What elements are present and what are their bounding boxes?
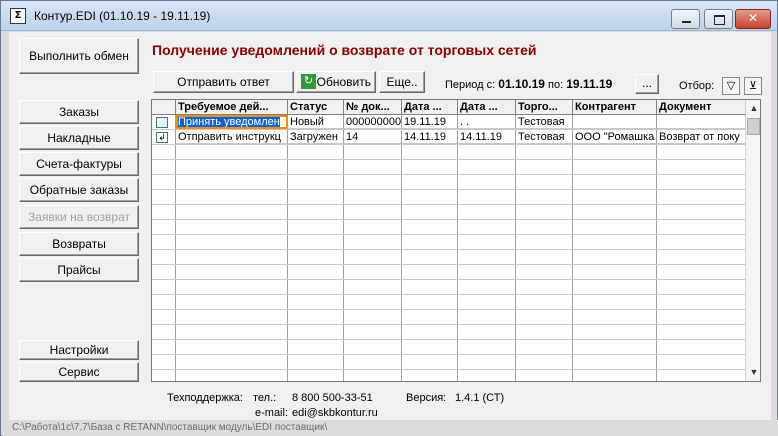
documents-table[interactable]: Требуемое дей... Статус № док... Дата ..… [151,99,761,382]
table-header-counterparty[interactable]: Контрагент [573,100,657,115]
document-icon [156,117,168,128]
send-reply-button[interactable]: Отправить ответ [153,71,294,93]
support-label: Техподдержка: [167,392,243,404]
version-label: Версия: [406,392,447,404]
table-cell[interactable]: 14 [344,130,402,144]
table-cell[interactable]: 000000000 [344,115,402,129]
period-to-value[interactable]: 19.11.19 [566,77,612,91]
app-icon: Σ [10,8,26,24]
table-header-doc-number[interactable]: № док... [344,100,402,115]
window-title: Контур.EDI (01.10.19 - 19.11.19) [34,9,211,23]
sidebar-item-tax-invoices[interactable]: Счета-фактуры [19,152,139,176]
refresh-icon: ↻ [301,74,316,89]
sidebar-item-orders[interactable]: Заказы [19,100,139,124]
scroll-up-icon[interactable]: ▲ [746,100,760,116]
refresh-button[interactable]: ↻ Обновить [296,71,376,93]
sidebar-item-invoices[interactable]: Накладные [19,126,139,150]
table-header-action[interactable]: Требуемое дей... [176,100,288,115]
period-picker-button[interactable]: ... [635,74,659,94]
table-header-status[interactable]: Статус [288,100,344,115]
filter-icon[interactable]: ▽ [722,77,740,95]
cell-text: Принять уведомлен [178,116,280,128]
settings-button[interactable]: Настройки [19,340,139,360]
service-button[interactable]: Сервис [19,362,139,382]
more-button[interactable]: Еще.. [379,71,425,93]
table-cell[interactable]: Загружен [288,130,344,144]
vertical-scrollbar[interactable]: ▲ ▼ [745,100,760,381]
clear-filter-icon[interactable]: ⊻ [744,77,762,95]
phone-value: 8 800 500-33-51 [292,392,373,404]
table-cell[interactable]: Тестовая [516,115,573,129]
period-from: Период с: 01.10.19 по: 19.11.19 [445,77,612,91]
minimize-button[interactable] [671,9,700,29]
title-bar[interactable]: Σ Контур.EDI (01.10.19 - 19.11.19) [1,1,777,31]
client-area: Выполнить обмен Заказы Накладные Счета-ф… [9,32,771,430]
table-header-date1[interactable]: Дата ... [402,100,458,115]
table-cell[interactable] [657,115,746,129]
table-cell[interactable]: 14.11.19 [402,130,458,144]
close-button[interactable] [735,9,771,29]
period-to-label: по: [548,79,564,91]
status-bar: C:\Работа\1с\7.7\База с RETANN\поставщик… [2,420,778,436]
period-from-label: Период с: [445,79,496,91]
table-cell[interactable]: . . [458,115,516,129]
sidebar-item-return-requests: Заявки на возврат [19,205,139,229]
maximize-button[interactable] [704,9,733,29]
table-cell[interactable]: Тестовая [516,130,573,144]
scroll-thumb[interactable] [747,118,760,135]
version-value: 1.4.1 (СТ) [455,392,505,404]
email-value[interactable]: edi@skbkontur.ru [292,407,378,419]
period-from-value[interactable]: 01.10.19 [498,77,545,91]
sidebar-item-price-lists[interactable]: Прайсы [19,258,139,282]
table-cell[interactable]: Возврат от поку [657,130,746,144]
table-header-icon [152,100,176,115]
table-header-document[interactable]: Документ [657,100,746,115]
app-window: Σ Контур.EDI (01.10.19 - 19.11.19) Выпол… [0,0,778,436]
table-cell[interactable]: Принять уведомлен [176,115,288,129]
page-title: Получение уведомлений о возврате от торг… [152,42,537,58]
refresh-label: Обновить [316,75,371,89]
sidebar-item-returns[interactable]: Возвраты [19,232,139,256]
exchange-button[interactable]: Выполнить обмен [19,38,139,74]
phone-label: тел.: [253,392,277,404]
scroll-down-icon[interactable]: ▼ [746,364,760,380]
table-cell[interactable]: Новый [288,115,344,129]
table-header-date2[interactable]: Дата ... [458,100,516,115]
email-label: e-mail: [255,407,289,419]
sidebar-item-reverse-orders[interactable]: Обратные заказы [19,178,139,202]
table-cell[interactable]: ООО "Ромашка [573,130,657,144]
filter-label: Отбор: [679,80,715,92]
table-cell[interactable] [573,115,657,129]
table-cell[interactable]: Отправить инструкц [176,130,288,144]
table-cell[interactable]: 14.11.19 [458,130,516,144]
table-header-network[interactable]: Торго... [516,100,573,115]
reply-icon: ↲ [156,132,168,143]
table-cell[interactable]: 19.11.19 [402,115,458,129]
